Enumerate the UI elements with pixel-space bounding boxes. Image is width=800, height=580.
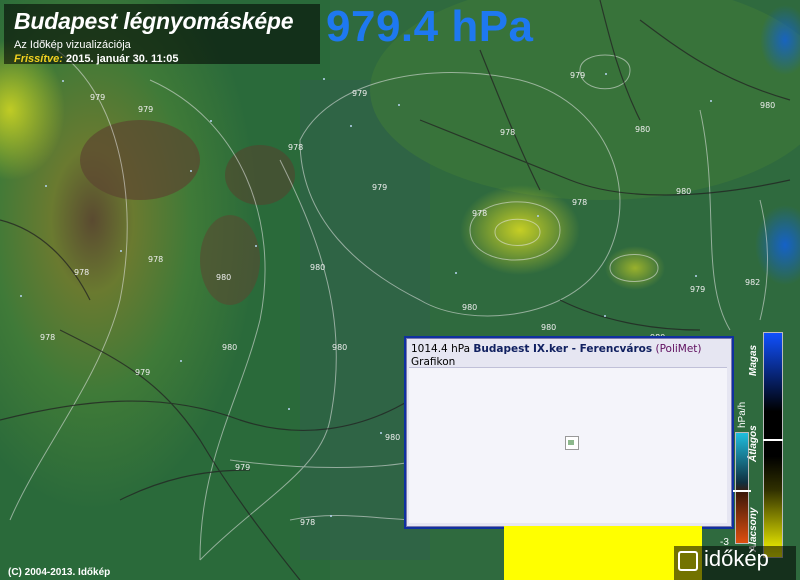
legend-high: Magas <box>748 344 759 376</box>
brand-name[interactable]: időkép <box>704 546 769 572</box>
contour-label: 980 <box>216 273 231 282</box>
contour-label: 978 <box>74 268 89 277</box>
contour-label: 980 <box>635 125 650 134</box>
contour-label: 982 <box>745 278 760 287</box>
contour-label: 978 <box>472 209 487 218</box>
page-title: Budapest légnyomásképe <box>14 8 294 34</box>
current-pressure: 979.4 hPa <box>326 2 534 51</box>
idokep-logo-icon <box>678 551 698 571</box>
contour-label: 980 <box>760 101 775 110</box>
contour-label: 979 <box>352 89 367 98</box>
pressure-scale-bar <box>763 332 783 558</box>
contour-label: 978 <box>40 333 55 342</box>
trend-marker <box>733 490 751 492</box>
contour-label: 980 <box>462 303 477 312</box>
contour-label: 980 <box>676 187 691 196</box>
chart-area <box>409 367 727 523</box>
contour-label: 979 <box>138 105 153 114</box>
trend-scale-bar <box>735 432 749 544</box>
broken-image-icon <box>565 436 579 450</box>
contour-label: 980 <box>310 263 325 272</box>
station-popup[interactable]: 1014.4 hPa Budapest IX.ker - Ferencváros… <box>406 338 732 527</box>
contour-label: 979 <box>90 93 105 102</box>
contour-label: 979 <box>372 183 387 192</box>
unit-label: hPa/h <box>737 401 748 428</box>
contour-label: 979 <box>570 71 585 80</box>
contour-label: 980 <box>222 343 237 352</box>
current-level-indicator <box>504 526 702 580</box>
contour-label: 978 <box>500 128 515 137</box>
contour-label: 978 <box>288 143 303 152</box>
updated-value: 2015. január 30. 11:05 <box>65 53 179 65</box>
popup-location: Budapest IX.ker - Ferencváros <box>473 343 653 355</box>
popup-source: (PoliMet) <box>655 343 702 355</box>
popup-header: 1014.4 hPa Budapest IX.ker - Ferencváros… <box>407 339 731 355</box>
updated-timestamp: Frissítve: 2015. január 30. 11:05 <box>14 53 179 65</box>
copyright: (C) 2004-2013. Időkép <box>8 567 111 578</box>
contour-label: 978 <box>148 255 163 264</box>
legend-average: Átlagos <box>748 425 759 462</box>
contour-label: 980 <box>541 323 556 332</box>
popup-pressure: 1014.4 hPa <box>411 343 471 355</box>
subtitle: Az Időkép vizualizációja <box>14 39 131 51</box>
title-panel: Budapest légnyomásképe Az Időkép vizuali… <box>4 4 320 65</box>
contour-label: 980 <box>332 343 347 352</box>
contour-label: 980 <box>385 433 400 442</box>
updated-label: Frissítve: <box>14 53 63 65</box>
contour-label: 978 <box>300 518 315 527</box>
contour-label: 978 <box>572 198 587 207</box>
contour-label: 979 <box>135 368 150 377</box>
contour-label: 979 <box>690 285 705 294</box>
contour-label: 979 <box>235 463 250 472</box>
